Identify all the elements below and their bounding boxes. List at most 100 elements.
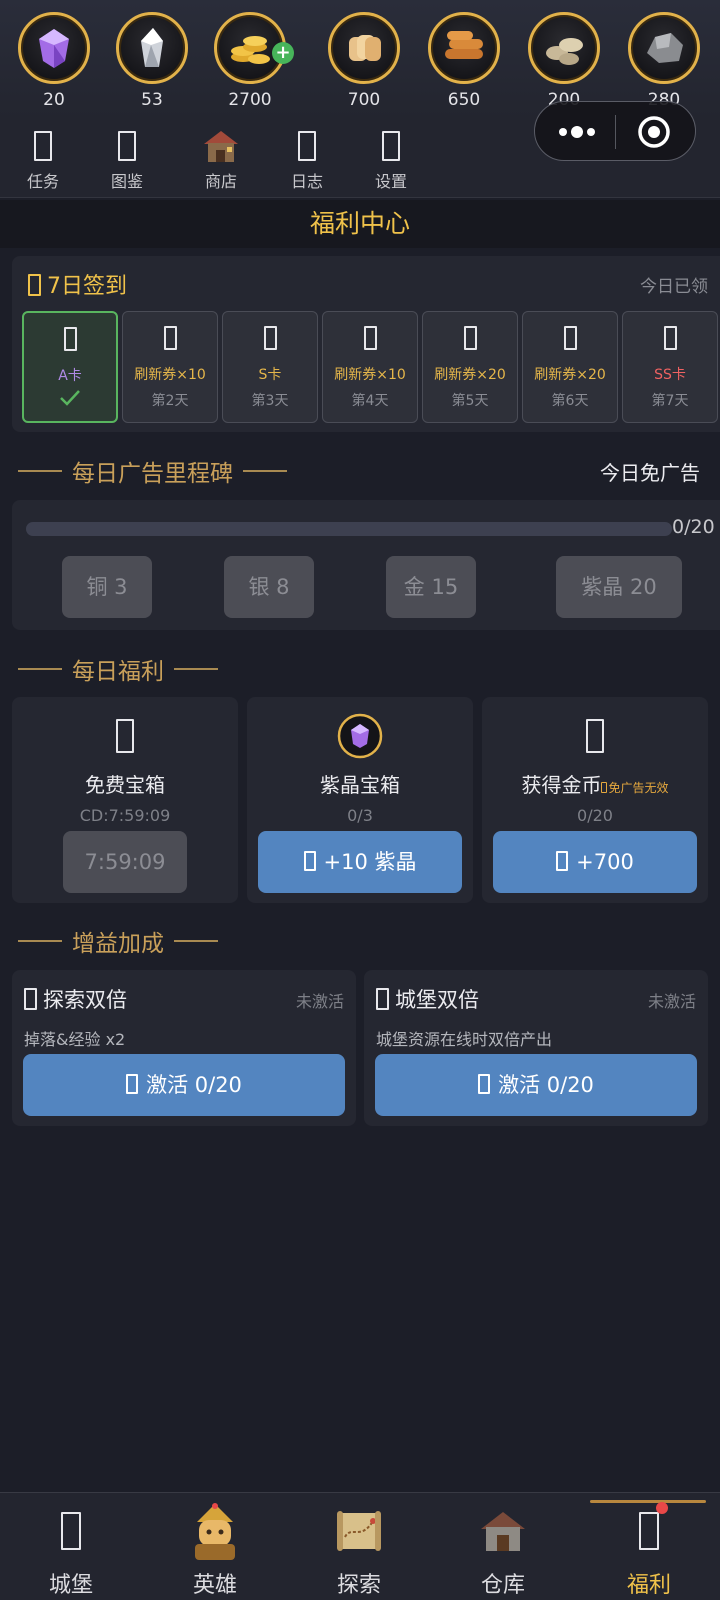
settings-icon	[382, 131, 400, 161]
bottom-tab-bar: 城堡 英雄 探索 仓库 福利	[0, 1492, 720, 1600]
day-reward: A卡	[58, 368, 82, 384]
hero-icon	[195, 1503, 235, 1560]
buff-explore-double: 探索双倍 未激活 掉落&经验 x2 激活 0/20	[12, 970, 356, 1126]
activate-castle-buff-button[interactable]: 激活 0/20	[375, 1054, 697, 1116]
castle-icon	[61, 1512, 81, 1550]
buff-desc: 城堡资源在线时双倍产出	[376, 1030, 553, 1049]
ad-milestone-panel: 0/20 铜 3 银 8 金 15 紫晶 20	[12, 500, 720, 630]
resource-crystal[interactable]: 53	[114, 12, 190, 110]
purple-gem-icon	[18, 12, 90, 84]
resource-gems[interactable]: 20	[16, 12, 92, 110]
resource-food[interactable]: 700	[326, 12, 402, 110]
resource-wood[interactable]: 650	[426, 12, 502, 110]
ad-progress-text: 0/20	[672, 516, 715, 538]
buff-status: 未激活	[295, 992, 344, 1011]
purple-gem-icon	[337, 713, 383, 759]
free-ad-label[interactable]: 今日免广告	[600, 457, 700, 486]
ticket-icon	[163, 326, 177, 350]
card-icon	[263, 326, 277, 350]
card-sub: 0/20	[577, 806, 613, 825]
ticket-icon	[563, 326, 577, 350]
welfare-icon	[639, 1512, 659, 1550]
day-label: 第2天	[151, 393, 189, 409]
tab-warehouse[interactable]: 仓库	[458, 1501, 548, 1599]
nav-shop[interactable]: 商店	[186, 126, 256, 192]
resource-gold[interactable]: + 2700	[212, 12, 294, 110]
mini-program-capsule	[534, 101, 696, 161]
day-reward: S卡	[258, 367, 282, 383]
buffs-header: 增益加成	[18, 924, 228, 958]
get-gold-button[interactable]: +700	[493, 831, 697, 893]
signin-day-2[interactable]: 刷新券×10 第2天	[122, 311, 218, 423]
milestone-tier-gold[interactable]: 金 15	[386, 556, 476, 618]
notification-dot	[656, 1502, 668, 1514]
buff-desc: 掉落&经验 x2	[24, 1030, 126, 1049]
ticket-icon	[463, 326, 477, 350]
nav-settings[interactable]: 设置	[356, 126, 426, 192]
chest-icon	[116, 719, 134, 753]
tab-castle[interactable]: 城堡	[26, 1501, 116, 1599]
card-icon	[63, 327, 77, 351]
gem-chest-button[interactable]: +10 紫晶	[258, 831, 462, 893]
day-label: 第5天	[451, 393, 489, 409]
resource-iron[interactable]: 280	[626, 12, 702, 110]
resource-stone[interactable]: 200	[526, 12, 602, 110]
tab-welfare[interactable]: 福利	[604, 1501, 694, 1599]
more-icon[interactable]	[557, 120, 597, 144]
buff-name: 探索双倍	[24, 984, 127, 1014]
day-reward: SS卡	[654, 367, 686, 383]
log-icon	[298, 131, 316, 161]
video-icon	[556, 851, 569, 871]
nav-label: 任务	[26, 172, 59, 191]
nav-codex[interactable]: 图鉴	[92, 126, 162, 192]
warehouse-icon	[481, 1512, 525, 1551]
nav-label: 图鉴	[110, 172, 143, 191]
signin-day-7[interactable]: SS卡 第7天	[622, 311, 718, 423]
card-sub: 0/3	[347, 806, 373, 825]
wood-logs-icon	[428, 12, 500, 84]
ticket-icon	[363, 326, 377, 350]
no-ad-invalid-tag: 免广告无效	[601, 781, 669, 795]
activate-explore-buff-button[interactable]: 激活 0/20	[23, 1054, 345, 1116]
resource-value: 700	[347, 90, 381, 110]
milestone-tier-bronze[interactable]: 铜 3	[62, 556, 152, 618]
signin-day-4[interactable]: 刷新券×10 第4天	[322, 311, 418, 423]
video-icon	[126, 1074, 139, 1094]
day-reward: 刷新券×20	[434, 367, 506, 383]
daily-card-gem-chest: 紫晶宝箱 0/3 +10 紫晶	[247, 697, 473, 903]
nav-log[interactable]: 日志	[272, 126, 342, 192]
free-chest-timer-button[interactable]: 7:59:09	[63, 831, 187, 893]
sword-icon	[24, 988, 37, 1010]
signin-day-1[interactable]: A卡	[22, 311, 118, 423]
signin-title: 7日签到	[28, 268, 127, 300]
nav-label: 商店	[204, 172, 237, 191]
day-reward: 刷新券×10	[134, 367, 206, 383]
nav-task[interactable]: 任务	[8, 126, 78, 192]
codex-icon	[118, 131, 136, 161]
ad-progress-bar	[26, 522, 672, 536]
signin-day-6[interactable]: 刷新券×20 第6天	[522, 311, 618, 423]
signin-day-3[interactable]: S卡 第3天	[222, 311, 318, 423]
milestone-tier-amethyst[interactable]: 紫晶 20	[556, 556, 682, 618]
tab-label: 探索	[336, 1573, 381, 1598]
daily-card-free-chest: 免费宝箱 CD:7:59:09 7:59:09	[12, 697, 238, 903]
shop-icon	[204, 131, 238, 162]
active-tab-indicator	[590, 1500, 706, 1503]
buff-castle-double: 城堡双倍 未激活 城堡资源在线时双倍产出 激活 0/20	[364, 970, 708, 1126]
card-icon	[663, 326, 677, 350]
signin-day-5[interactable]: 刷新券×20 第5天	[422, 311, 518, 423]
signin-panel: 7日签到 今日已领 A卡 刷新券×10 第2天 S卡 第3天 刷新券×10 第4…	[12, 256, 720, 432]
tab-hero[interactable]: 英雄	[170, 1501, 260, 1599]
tab-explore[interactable]: 探索	[314, 1501, 404, 1599]
video-icon	[478, 1074, 491, 1094]
add-gold-button[interactable]: +	[272, 42, 294, 64]
bread-icon	[328, 12, 400, 84]
buff-status: 未激活	[647, 992, 696, 1011]
close-target-icon[interactable]	[637, 115, 671, 149]
day-label: 第4天	[351, 393, 389, 409]
resource-value: 650	[447, 90, 481, 110]
milestone-tier-silver[interactable]: 银 8	[224, 556, 314, 618]
page-title: 福利中心	[0, 200, 720, 248]
day-reward: 刷新券×20	[534, 367, 606, 383]
resource-value: 2700	[228, 90, 272, 110]
